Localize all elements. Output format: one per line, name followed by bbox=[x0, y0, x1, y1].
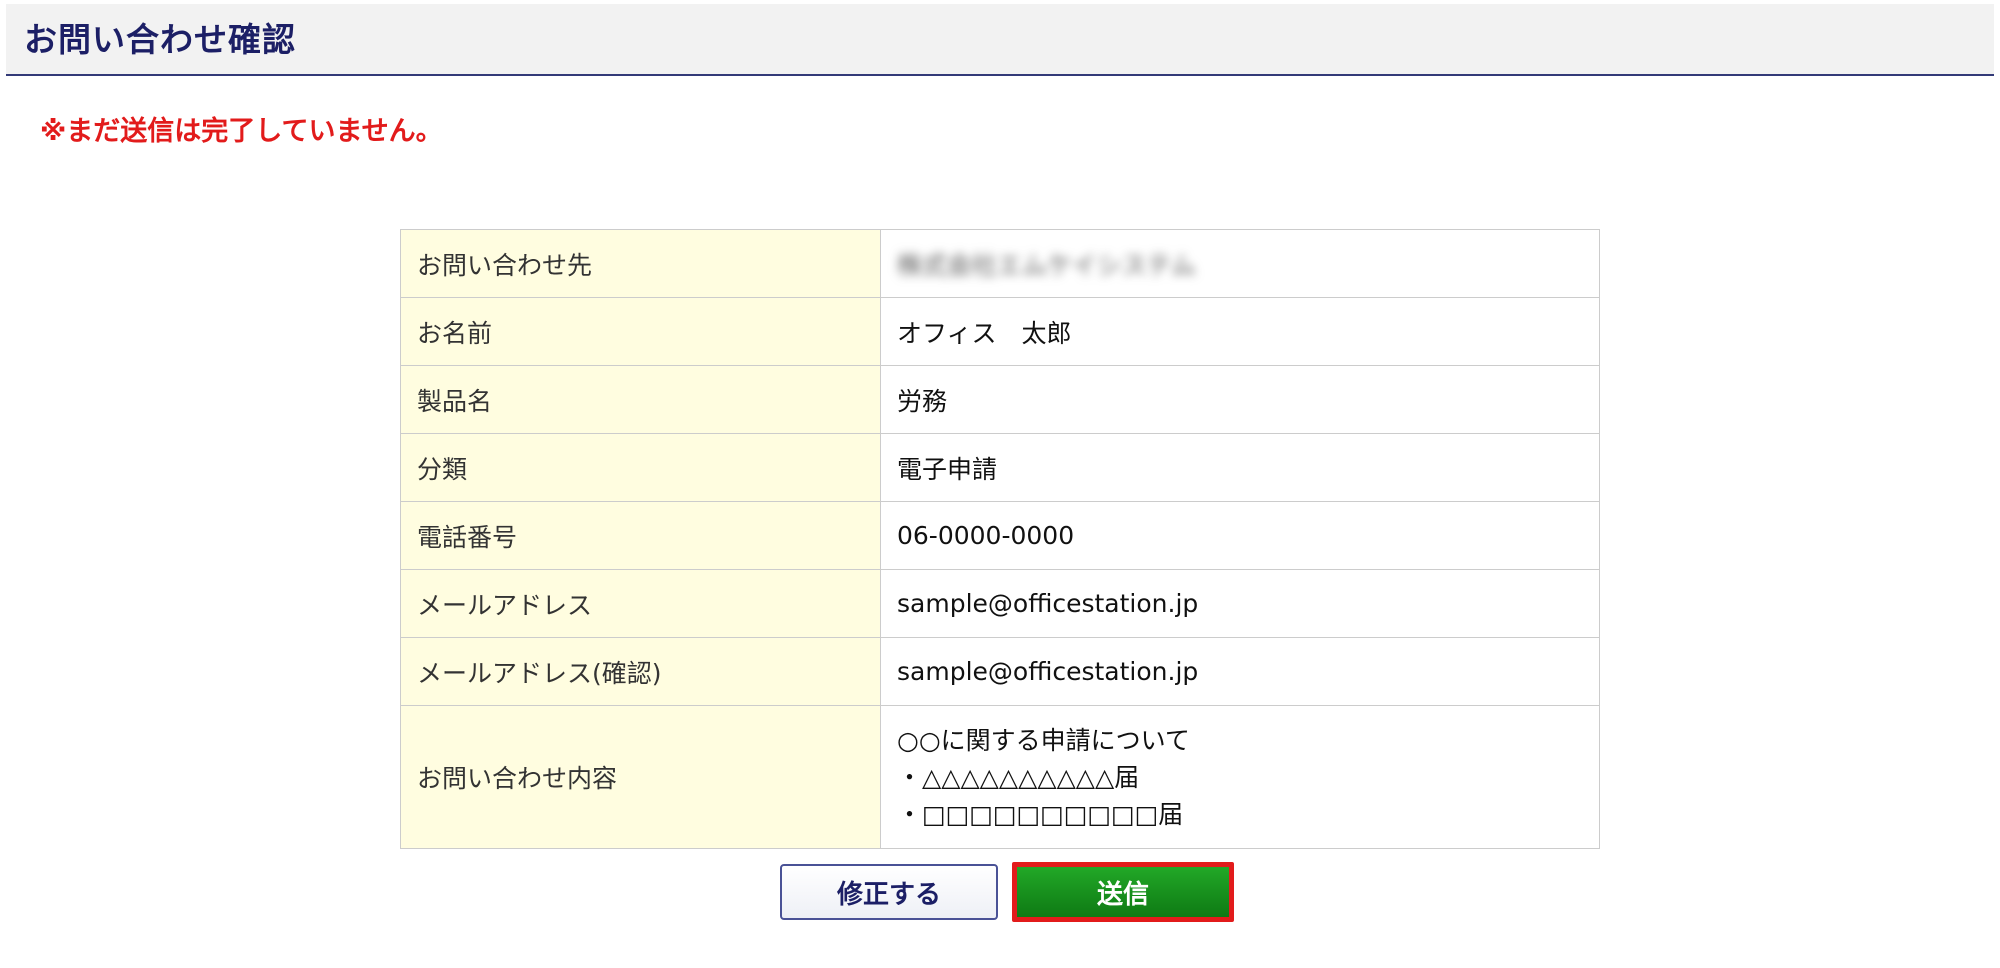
row-value: sample@officestation.jp bbox=[880, 569, 1600, 638]
row-label: 分類 bbox=[400, 433, 881, 502]
confirmation-table: お問い合わせ先 株式会社エムケイシステム お名前 オフィス 太郎 製品名 労務 … bbox=[400, 229, 1600, 849]
table-row-company: お問い合わせ先 株式会社エムケイシステム bbox=[400, 229, 1600, 298]
table-row-product: 製品名 労務 bbox=[400, 365, 1600, 434]
row-label: お名前 bbox=[400, 297, 881, 366]
row-value: 06-0000-0000 bbox=[880, 501, 1600, 570]
edit-button[interactable]: 修正する bbox=[780, 864, 998, 920]
row-label: メールアドレス bbox=[400, 569, 881, 638]
inquiry-line: ○○に関する申請について bbox=[897, 725, 1190, 755]
row-value: オフィス 太郎 bbox=[880, 297, 1600, 366]
row-value: 電子申請 bbox=[880, 433, 1600, 502]
inquiry-line: ・□□□□□□□□□□届 bbox=[897, 799, 1184, 829]
not-sent-warning: ※まだ送信は完了していません。 bbox=[40, 116, 443, 147]
row-value: 株式会社エムケイシステム bbox=[880, 229, 1600, 298]
send-button[interactable]: 送信 bbox=[1012, 862, 1234, 922]
row-label: お問い合わせ内容 bbox=[400, 705, 881, 849]
header-bar: お問い合わせ確認 bbox=[6, 4, 1994, 76]
contact-confirm-page: お問い合わせ確認 ※まだ送信は完了していません。 お問い合わせ先 株式会社エムケ… bbox=[0, 0, 2000, 968]
company-value-blurred: 株式会社エムケイシステム bbox=[897, 250, 1196, 280]
page-title: お問い合わせ確認 bbox=[24, 20, 296, 59]
table-row-email: メールアドレス sample@officestation.jp bbox=[400, 569, 1600, 638]
table-row-name: お名前 オフィス 太郎 bbox=[400, 297, 1600, 366]
row-value: 労務 bbox=[880, 365, 1600, 434]
row-label: メールアドレス(確認) bbox=[400, 637, 881, 706]
table-row-phone: 電話番号 06-0000-0000 bbox=[400, 501, 1600, 570]
table-row-category: 分類 電子申請 bbox=[400, 433, 1600, 502]
row-label: お問い合わせ先 bbox=[400, 229, 881, 298]
inquiry-content: ○○に関する申請について ・△△△△△△△△△△届 ・□□□□□□□□□□届 bbox=[880, 705, 1600, 849]
row-label: 電話番号 bbox=[400, 501, 881, 570]
inquiry-line: ・△△△△△△△△△△届 bbox=[897, 762, 1140, 792]
table-row-inquiry: お問い合わせ内容 ○○に関する申請について ・△△△△△△△△△△届 ・□□□□… bbox=[400, 705, 1600, 849]
row-value: sample@officestation.jp bbox=[880, 637, 1600, 706]
table-row-email-confirm: メールアドレス(確認) sample@officestation.jp bbox=[400, 637, 1600, 706]
row-label: 製品名 bbox=[400, 365, 881, 434]
